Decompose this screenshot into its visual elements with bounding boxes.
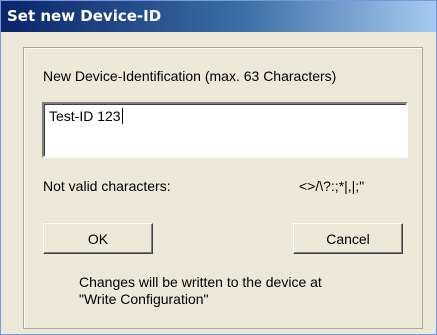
changes-note-line1: Changes will be written to the device at <box>79 274 322 290</box>
title-bar[interactable]: Set new Device-ID <box>1 1 436 32</box>
instruction-label: New Device-Identification (max. 63 Chara… <box>43 68 337 84</box>
device-id-value: Test-ID 123 <box>49 108 123 124</box>
invalid-characters-list: <>/\?:;*|,|;" <box>299 178 365 194</box>
device-id-input[interactable]: Test-ID 123 <box>42 102 408 158</box>
invalid-characters-label: Not valid characters: <box>43 178 171 194</box>
text-caret <box>121 108 123 124</box>
cancel-button[interactable]: Cancel <box>293 223 403 254</box>
device-id-text: Test-ID 123 <box>49 108 121 124</box>
changes-note: Changes will be written to the device at… <box>79 274 322 308</box>
ok-button[interactable]: OK <box>43 223 153 254</box>
dialog-window: Set new Device-ID New Device-Identificat… <box>0 0 437 335</box>
window-title: Set new Device-ID <box>7 7 162 25</box>
changes-note-line2: "Write Configuration" <box>79 291 209 307</box>
